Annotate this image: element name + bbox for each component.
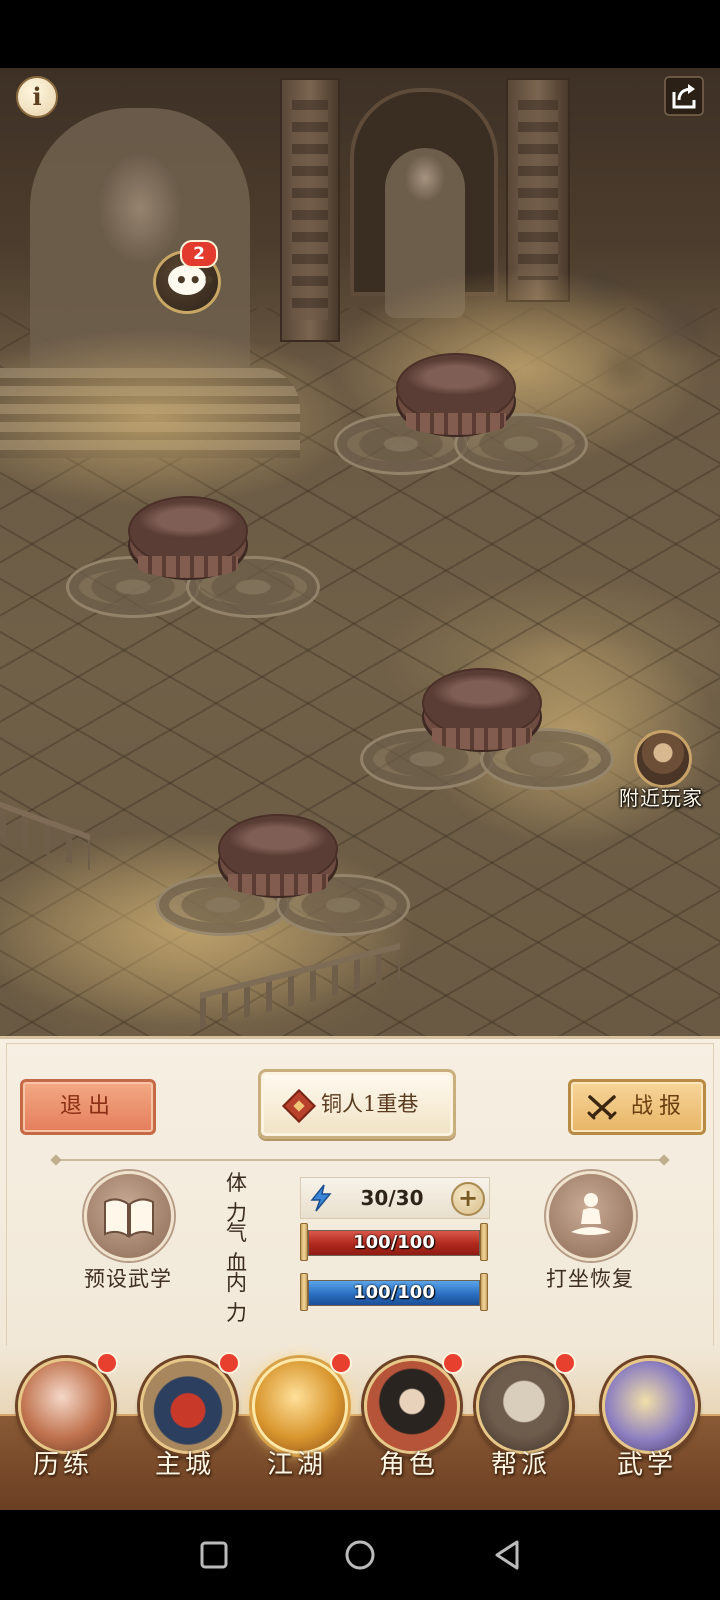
lotus-pedestal-1[interactable]	[304, 353, 604, 503]
nav-label: 帮派	[490, 1450, 551, 1480]
hp-value: 100/100	[353, 1232, 435, 1253]
home-icon[interactable]	[343, 1538, 377, 1572]
open-book-icon	[104, 1198, 154, 1238]
nav-tab-guild[interactable]: 帮派	[466, 1346, 576, 1496]
chat-unread-badge: 2	[180, 240, 218, 268]
bar-cap	[480, 1223, 488, 1261]
mp-label: 内力	[226, 1271, 255, 1325]
share-icon[interactable]	[664, 76, 704, 116]
nav-notification-dot	[96, 1352, 118, 1374]
nav-label: 角色	[378, 1450, 439, 1480]
lotus-pedestal-2[interactable]	[36, 496, 336, 646]
info-button[interactable]: i	[16, 76, 58, 118]
hp-bar-track: 100/100	[308, 1230, 480, 1256]
stage-select-button[interactable]: 铜人1重巷	[258, 1069, 456, 1139]
stage-diamond-icon	[282, 1089, 316, 1123]
nav-notification-dot	[218, 1352, 240, 1374]
nearby-players-label: 附近玩家	[619, 786, 703, 810]
add-stamina-button[interactable]: +	[451, 1182, 485, 1216]
meditate-button[interactable]: 打坐恢复	[530, 1171, 650, 1291]
character-icon	[364, 1358, 460, 1454]
meditation-icon	[571, 1193, 611, 1235]
nav-tab-jianghu[interactable]: 江湖	[242, 1346, 352, 1496]
mp-bar-track: 100/100	[308, 1280, 480, 1306]
preset-skills-button[interactable]: 预设武学	[68, 1171, 188, 1291]
nav-notification-dot	[330, 1352, 352, 1374]
nav-notification-dot	[442, 1352, 464, 1374]
lotus-pedestal-4[interactable]	[126, 814, 426, 964]
lotus-seat	[422, 668, 542, 750]
scroll-icon	[602, 1358, 698, 1454]
meditate-circle	[546, 1171, 636, 1261]
nav-tab-martial-arts[interactable]: 武学	[592, 1346, 702, 1496]
preset-skills-label: 预设武学	[84, 1267, 172, 1291]
nav-tab-character[interactable]: 角色	[354, 1346, 464, 1496]
meditate-label: 打坐恢复	[546, 1267, 634, 1291]
stamina-display: 30/30 +	[300, 1177, 490, 1219]
control-panel: 退出 铜人1重巷 战报 预设武学 体力 30/30 + 气血 100/100 内…	[0, 1036, 720, 1349]
stamina-value: 30/30	[360, 1186, 424, 1210]
lightning-icon	[310, 1184, 332, 1212]
back-icon[interactable]	[490, 1538, 524, 1572]
bar-cap	[300, 1223, 308, 1261]
jianghu-sword-icon	[252, 1358, 348, 1454]
bar-cap	[480, 1273, 488, 1311]
training-icon	[18, 1358, 114, 1454]
lotus-seat	[396, 353, 516, 435]
nearby-players-button[interactable]: 附近玩家	[606, 730, 716, 810]
nav-tab-training[interactable]: 历练	[8, 1346, 118, 1496]
crossed-swords-icon	[587, 1095, 617, 1120]
stage-label: 铜人1重巷	[321, 1092, 419, 1116]
mp-bar: 100/100	[300, 1273, 488, 1311]
battle-report-button[interactable]: 战报	[568, 1079, 706, 1135]
bottom-nav: 历练 主城 江湖 角色 帮派 武学	[0, 1346, 720, 1512]
game-scene[interactable]	[0, 68, 720, 1036]
status-bar	[0, 0, 720, 68]
ellipsis-icon: •••	[175, 268, 217, 292]
nav-notification-dot	[554, 1352, 576, 1374]
nav-label: 主城	[154, 1450, 215, 1480]
hp-bar: 100/100	[300, 1223, 488, 1261]
city-gate-icon	[140, 1358, 236, 1454]
nav-tab-city[interactable]: 主城	[130, 1346, 240, 1496]
battle-report-label: 战报	[631, 1094, 688, 1119]
lotus-pedestal-3[interactable]	[330, 668, 630, 818]
info-icon: i	[32, 82, 42, 111]
bar-cap	[300, 1273, 308, 1311]
guild-emblem-icon	[476, 1358, 572, 1454]
player-avatar-icon	[634, 730, 692, 788]
exit-button[interactable]: 退出	[20, 1079, 156, 1135]
nav-label: 江湖	[266, 1450, 327, 1480]
nav-label: 历练	[32, 1450, 93, 1480]
lotus-seat	[128, 496, 248, 578]
recent-apps-icon[interactable]	[197, 1538, 231, 1572]
system-nav-bar	[0, 1510, 720, 1600]
panel-divider	[56, 1159, 664, 1161]
mp-value: 100/100	[353, 1282, 435, 1303]
lotus-seat	[218, 814, 338, 896]
preset-skills-circle	[84, 1171, 174, 1261]
stone-pillar	[280, 78, 340, 342]
nav-label: 武学	[616, 1450, 677, 1480]
